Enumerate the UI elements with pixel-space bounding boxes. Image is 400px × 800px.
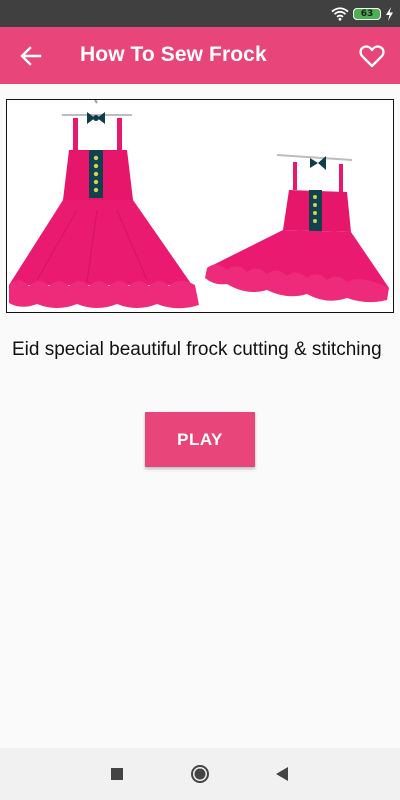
app-bar: How To Sew Frock [0, 27, 400, 84]
wifi-icon [331, 7, 349, 21]
battery-icon: 63 [353, 8, 381, 20]
video-thumbnail[interactable] [6, 99, 394, 313]
status-icons: 63 [331, 5, 394, 23]
recents-square-icon[interactable] [106, 763, 128, 785]
arrow-back-icon[interactable] [18, 43, 44, 69]
heart-outline-icon[interactable] [358, 42, 386, 70]
status-bar: 63 [0, 0, 400, 27]
app-title: How To Sew Frock [80, 43, 267, 66]
battery-level: 63 [360, 9, 374, 19]
back-triangle-icon[interactable] [272, 763, 294, 785]
play-button[interactable]: PLAY [145, 412, 255, 467]
frock-thumbnail-image [7, 100, 393, 312]
charging-icon [386, 7, 393, 21]
home-circle-icon[interactable] [189, 763, 211, 785]
video-title: Eid special beautiful frock cutting & st… [12, 339, 382, 360]
system-nav-bar [0, 748, 400, 800]
